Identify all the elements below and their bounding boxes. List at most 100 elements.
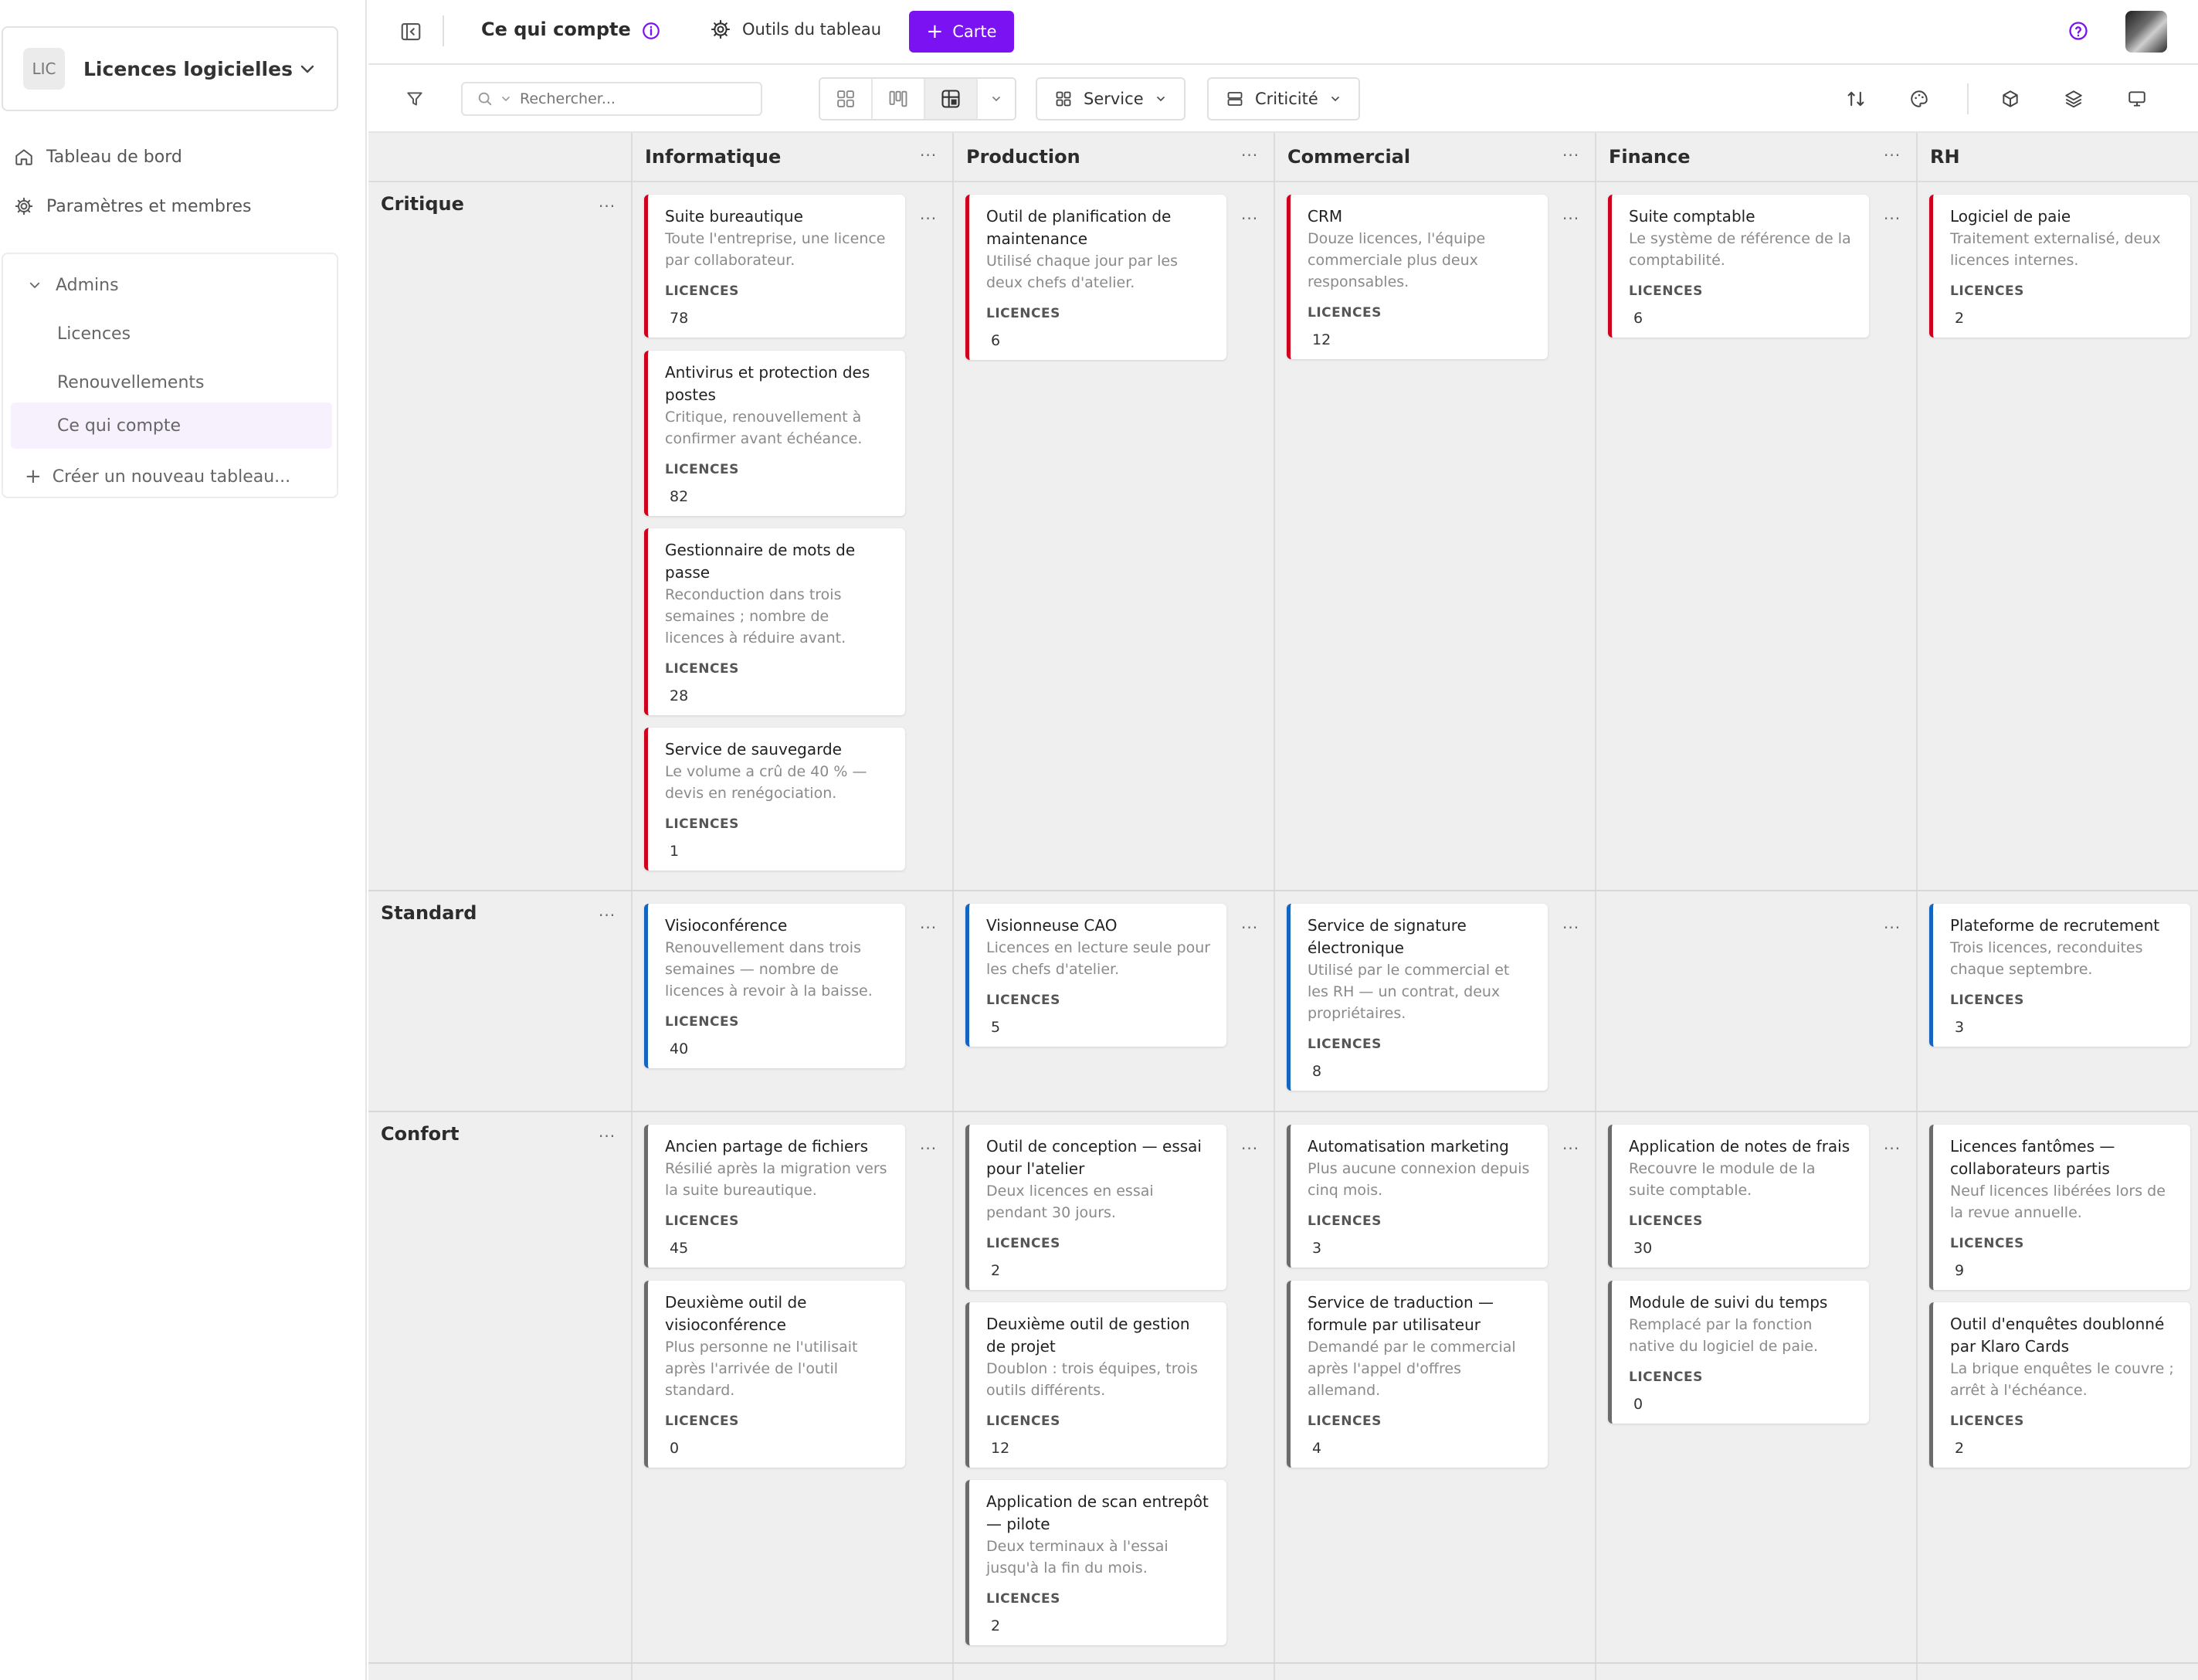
- license-card[interactable]: Visioconférence Renouvellement dans troi…: [644, 904, 905, 1068]
- license-card[interactable]: Antivirus et protection des postes Criti…: [644, 351, 905, 516]
- cell-menu-button[interactable]: ···: [1884, 920, 1901, 935]
- view-grid-button[interactable]: [820, 79, 873, 119]
- column-menu-button[interactable]: ···: [920, 148, 937, 163]
- row-menu-button[interactable]: ···: [599, 199, 616, 214]
- cell-menu-button[interactable]: ···: [920, 920, 937, 935]
- row-label-critique: Critique: [381, 193, 464, 215]
- archive-button[interactable]: [1996, 85, 2024, 113]
- card-description: Utilisé par le commercial et les RH — un…: [1308, 962, 1510, 1022]
- cell-menu-button[interactable]: ···: [1884, 1141, 1901, 1156]
- cell-menu-button[interactable]: ···: [920, 1141, 937, 1156]
- card-field-label: LICENCES: [986, 1236, 1060, 1251]
- cell-menu-button[interactable]: ···: [1562, 211, 1579, 226]
- cell-menu-button[interactable]: ···: [920, 211, 937, 226]
- card-description: Recouvre le module de la suite comptable…: [1629, 1160, 1816, 1199]
- present-button[interactable]: [2123, 85, 2151, 113]
- card-field-value: 5: [991, 1019, 1001, 1036]
- license-card[interactable]: Outil de planification de maintenance Ut…: [965, 195, 1226, 360]
- board-link-ce-qui-compte[interactable]: Ce qui compte: [11, 402, 332, 449]
- add-card-button[interactable]: + Carte: [909, 11, 1014, 53]
- license-card[interactable]: CRM Douze licences, l'équipe commerciale…: [1287, 195, 1548, 359]
- cell-menu-button[interactable]: ···: [1884, 211, 1901, 226]
- license-card[interactable]: Outil d'enquêtes doublonné par Klaro Car…: [1929, 1302, 2190, 1468]
- workspace-switcher[interactable]: LIC Licences logicielles &...: [2, 26, 338, 111]
- column-header-informatique[interactable]: Informatique: [633, 133, 952, 182]
- board-toolbar: Service Criticité: [368, 65, 2198, 133]
- column-divider: [1274, 133, 1275, 1680]
- column-title: Informatique: [645, 146, 782, 168]
- license-card[interactable]: Suite comptable Le système de référence …: [1608, 195, 1869, 338]
- license-card[interactable]: Gestionnaire de mots de passe Reconducti…: [644, 528, 905, 715]
- card-field-value: 82: [670, 488, 689, 505]
- sort-button[interactable]: [1842, 85, 1870, 113]
- layers-button[interactable]: [2060, 85, 2088, 113]
- license-card[interactable]: Automatisation marketing Plus aucune con…: [1287, 1125, 1548, 1268]
- license-card[interactable]: Service de sauvegarde Le volume a crû de…: [644, 728, 905, 871]
- license-card[interactable]: Module de suivi du temps Remplacé par la…: [1608, 1281, 1869, 1424]
- column-divider: [631, 133, 633, 1680]
- card-field-value: 9: [1955, 1262, 1965, 1279]
- column-header-rh[interactable]: RH: [1918, 133, 2198, 182]
- column-menu-button[interactable]: ···: [1562, 148, 1579, 163]
- license-card[interactable]: Licences fantômes — collaborateurs parti…: [1929, 1125, 2190, 1290]
- card-field-value: 28: [670, 687, 689, 704]
- row-menu-button[interactable]: ···: [599, 908, 616, 923]
- board-link-renouvellements[interactable]: Renouvellements: [3, 359, 337, 406]
- nav-settings[interactable]: Paramètres et membres: [14, 187, 252, 226]
- card-field-value: 78: [670, 310, 689, 327]
- column-menu-button[interactable]: ···: [1241, 148, 1258, 163]
- group-by-select[interactable]: Service: [1036, 77, 1185, 120]
- cell-menu-button[interactable]: ···: [1241, 1141, 1258, 1156]
- cell-menu-button[interactable]: ···: [1562, 920, 1579, 935]
- column-header-finance[interactable]: Finance: [1596, 133, 1916, 182]
- board-info-button[interactable]: [641, 21, 661, 41]
- column-menu-button[interactable]: ···: [1884, 148, 1901, 163]
- license-card[interactable]: Service de signature électronique Utilis…: [1287, 904, 1548, 1091]
- sub-group-by-select[interactable]: Criticité: [1207, 77, 1360, 120]
- nav-dashboard[interactable]: Tableau de bord: [14, 137, 182, 176]
- row-menu-button[interactable]: ···: [599, 1128, 616, 1144]
- license-card[interactable]: Plateforme de recrutement Trois licences…: [1929, 904, 2190, 1047]
- help-button[interactable]: [2067, 20, 2089, 42]
- license-card[interactable]: Deuxième outil de gestion de projet Doub…: [965, 1302, 1226, 1468]
- cell-menu-button[interactable]: ···: [1241, 211, 1258, 226]
- view-kanban-button[interactable]: [873, 79, 925, 119]
- corner-header: [368, 133, 631, 182]
- cell-menu-button[interactable]: ···: [1562, 1141, 1579, 1156]
- board-link-licences[interactable]: Licences: [3, 311, 337, 357]
- group-toggle-admins[interactable]: Admins: [3, 262, 337, 308]
- card-field-label: LICENCES: [1629, 1369, 1703, 1385]
- license-card[interactable]: Deuxième outil de visioconférence Plus p…: [644, 1281, 905, 1468]
- row-divider: [368, 1111, 2198, 1112]
- chevron-down-icon: [1156, 97, 1165, 102]
- license-card[interactable]: Service de traduction — formule par util…: [1287, 1281, 1548, 1468]
- license-card[interactable]: Outil de conception — essai pour l'ateli…: [965, 1125, 1226, 1290]
- create-board-button[interactable]: + Créer un nouveau tableau...: [3, 453, 337, 500]
- license-card[interactable]: Visionneuse CAO Licences en lecture seul…: [965, 904, 1226, 1047]
- board-tools-button[interactable]: Outils du tableau: [710, 19, 881, 40]
- view-more-button[interactable]: [978, 79, 1015, 119]
- create-board-label: Créer un nouveau tableau...: [52, 467, 291, 487]
- license-card[interactable]: Suite bureautique Toute l'entreprise, un…: [644, 195, 905, 338]
- search-field[interactable]: [461, 82, 762, 116]
- card-title: Licences fantômes — collaborateurs parti…: [1950, 1137, 2115, 1178]
- search-input[interactable]: [520, 90, 736, 107]
- license-card[interactable]: Application de scan entrepôt — pilote De…: [965, 1480, 1226, 1645]
- license-card[interactable]: Ancien partage de fichiers Résilié après…: [644, 1125, 905, 1268]
- view-matrix-button[interactable]: [925, 79, 978, 119]
- filter-icon: [407, 92, 422, 106]
- column-header-production[interactable]: Production: [954, 133, 1274, 182]
- filter-button[interactable]: [401, 85, 429, 113]
- user-avatar[interactable]: [2125, 11, 2167, 53]
- collapse-sidebar-button[interactable]: [399, 20, 422, 43]
- color-button[interactable]: [1905, 85, 1933, 113]
- card-description: Toute l'entreprise, une licence par coll…: [665, 230, 886, 269]
- column-header-commercial[interactable]: Commercial: [1275, 133, 1595, 182]
- card-field-label: LICENCES: [1308, 1414, 1382, 1429]
- license-card[interactable]: Logiciel de paie Traitement externalisé,…: [1929, 195, 2190, 338]
- card-description: Licences en lecture seule pour les chefs…: [986, 939, 1211, 978]
- license-card[interactable]: Application de notes de frais Recouvre l…: [1608, 1125, 1869, 1268]
- cell-menu-button[interactable]: ···: [1241, 920, 1258, 935]
- gear-icon: [711, 19, 731, 39]
- box-icon: [2003, 90, 2018, 107]
